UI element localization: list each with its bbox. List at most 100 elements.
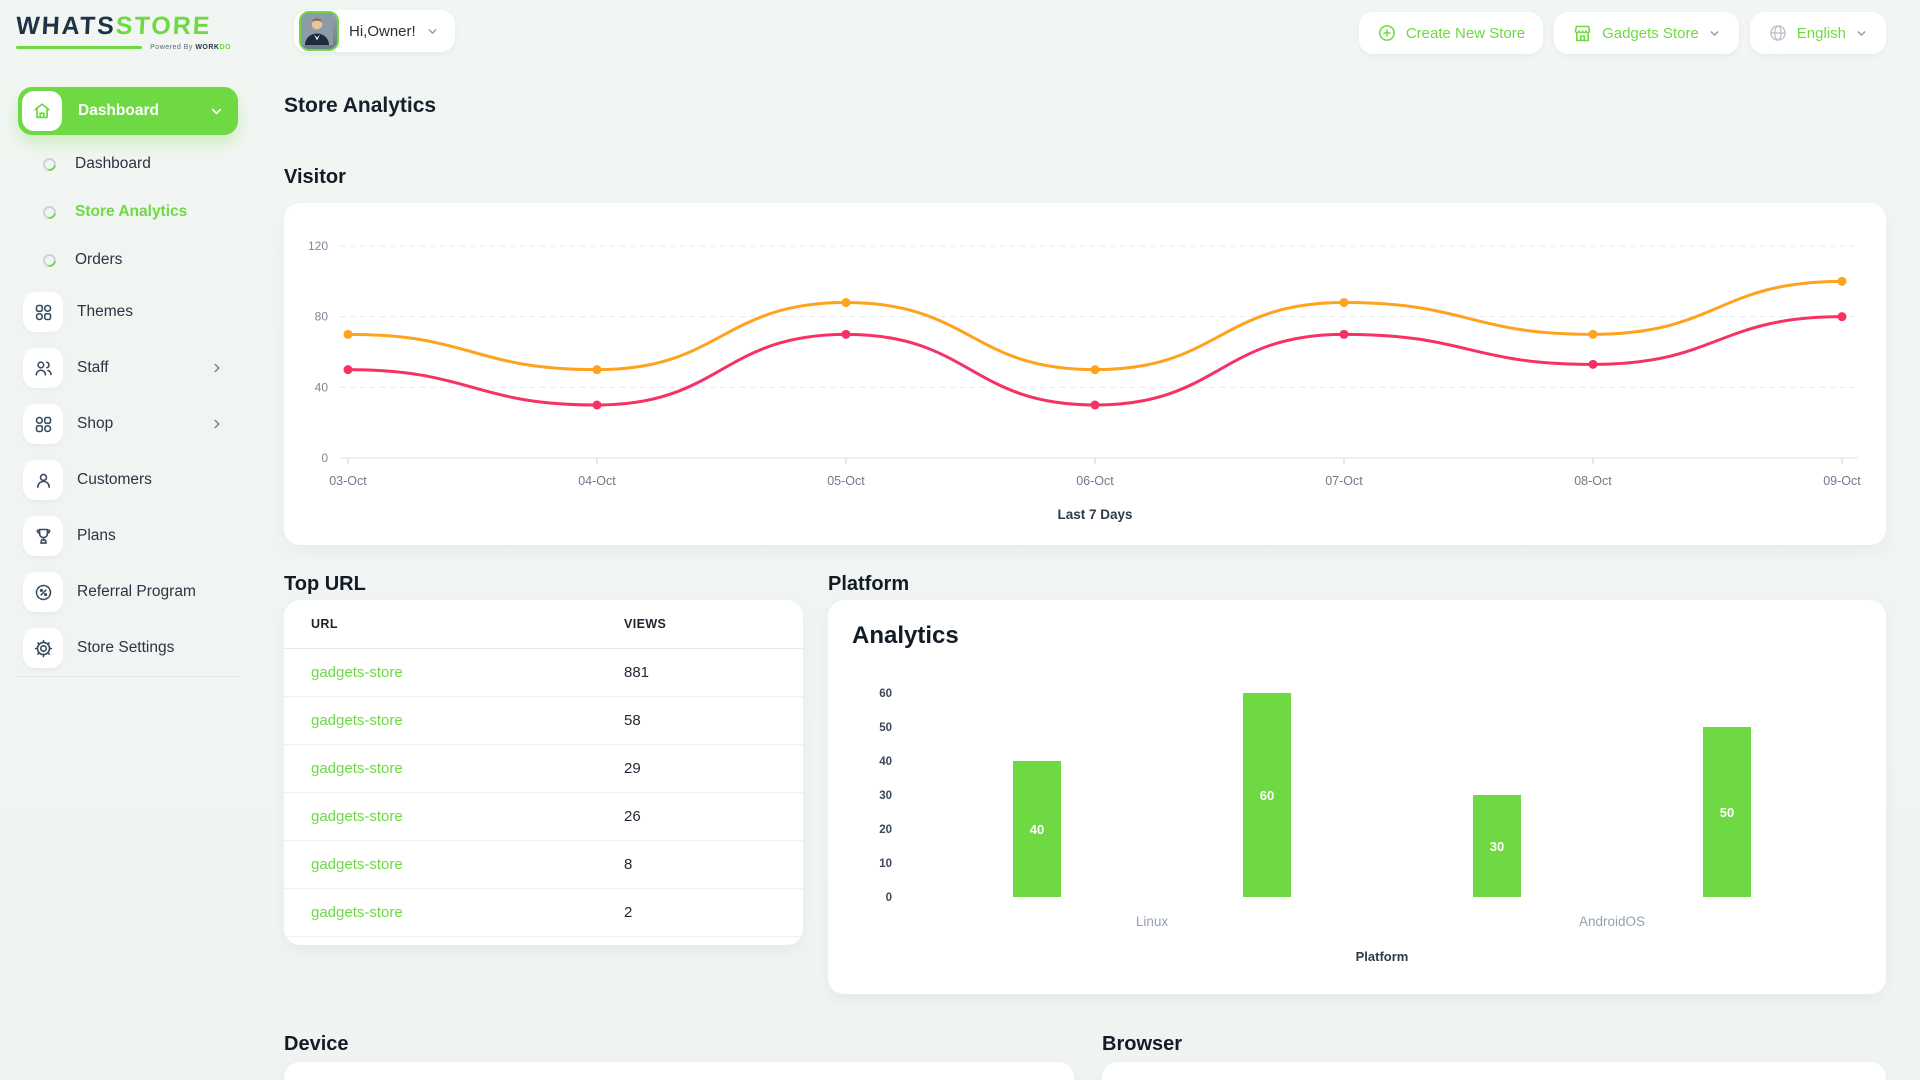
svg-text:08-Oct: 08-Oct <box>1574 474 1612 488</box>
device-card <box>284 1062 1074 1080</box>
users-icon <box>23 348 63 388</box>
svg-text:03-Oct: 03-Oct <box>329 474 367 488</box>
platform-bar-chart: 010203040506040603050LinuxAndroidOSPlatf… <box>852 664 1862 984</box>
sidebar-item-orders[interactable]: Orders <box>18 244 238 276</box>
store-selector-label: Gadgets Store <box>1602 25 1699 42</box>
svg-text:30: 30 <box>1490 839 1504 854</box>
sidebar-item-label: Orders <box>75 251 122 269</box>
sidebar-item-label: Customers <box>77 471 238 489</box>
top-url-card: URL VIEWS gadgets-store881 gadgets-store… <box>284 600 803 945</box>
table-row: gadgets-store 881 <box>284 649 803 697</box>
sidebar-item-label: Referral Program <box>77 583 238 601</box>
platform-section-heading: Platform <box>828 573 909 596</box>
svg-text:50: 50 <box>879 722 892 734</box>
svg-text:40: 40 <box>879 756 892 768</box>
sidebar-item-dashboard[interactable]: Dashboard <box>18 148 238 180</box>
avatar <box>299 11 339 51</box>
top-url-table: URL VIEWS gadgets-store881 gadgets-store… <box>284 600 803 937</box>
platform-chart-card: Analytics 010203040506040603050LinuxAndr… <box>828 600 1886 994</box>
trophy-icon <box>23 516 63 556</box>
browser-section-heading: Browser <box>1102 1033 1182 1056</box>
sidebar-item-referral-program[interactable]: Referral Program <box>18 572 238 612</box>
views-value: 58 <box>623 697 803 745</box>
sidebar-item-store-analytics[interactable]: Store Analytics <box>18 196 238 228</box>
svg-text:AndroidOS: AndroidOS <box>1579 914 1645 929</box>
sidebar-item-dashboard-parent[interactable]: Dashboard <box>18 87 238 135</box>
create-new-store-label: Create New Store <box>1406 25 1525 42</box>
url-link[interactable]: gadgets-store <box>311 856 403 873</box>
grid-icon <box>23 404 63 444</box>
url-link[interactable]: gadgets-store <box>311 808 403 825</box>
svg-text:0: 0 <box>321 451 328 465</box>
create-new-store-button[interactable]: Create New Store <box>1359 12 1543 54</box>
grid-icon <box>23 292 63 332</box>
sidebar-item-label: Staff <box>77 359 210 377</box>
views-value: 29 <box>623 745 803 793</box>
visitor-line-chart: 0408012003-Oct04-Oct05-Oct06-Oct07-Oct08… <box>284 203 1886 545</box>
top-url-section-heading: Top URL <box>284 573 366 596</box>
sidebar-item-label: Dashboard <box>75 155 151 173</box>
language-dropdown[interactable]: English <box>1750 12 1886 54</box>
svg-text:09-Oct: 09-Oct <box>1823 474 1861 488</box>
sidebar-item-label: Dashboard <box>78 102 209 120</box>
sidebar-item-customers[interactable]: Customers <box>18 460 238 500</box>
bullet-icon <box>40 203 58 221</box>
chevron-down-icon <box>426 25 439 38</box>
svg-text:Platform: Platform <box>1356 949 1409 964</box>
analytics-chart-title: Analytics <box>852 622 959 650</box>
home-icon <box>22 91 62 131</box>
bullet-icon <box>40 155 58 173</box>
views-value: 8 <box>623 841 803 889</box>
bullet-icon <box>40 251 58 269</box>
svg-text:120: 120 <box>308 239 328 253</box>
url-link[interactable]: gadgets-store <box>311 760 403 777</box>
chevron-right-icon <box>210 417 224 431</box>
chevron-down-icon <box>209 104 224 119</box>
svg-text:60: 60 <box>1260 788 1274 803</box>
svg-text:40: 40 <box>315 380 329 394</box>
views-value: 26 <box>623 793 803 841</box>
storefront-icon <box>1572 23 1593 44</box>
sidebar-item-store-settings[interactable]: Store Settings <box>18 628 238 668</box>
svg-text:Linux: Linux <box>1136 914 1169 929</box>
sidebar-item-staff[interactable]: Staff <box>18 348 238 388</box>
logo-underline <box>16 46 142 49</box>
chevron-down-icon <box>1708 27 1721 40</box>
sidebar-item-shop[interactable]: Shop <box>18 404 238 444</box>
svg-text:Last 7 Days: Last 7 Days <box>1057 507 1132 522</box>
sidebar-item-plans[interactable]: Plans <box>18 516 238 556</box>
svg-text:20: 20 <box>879 824 892 836</box>
app-logo[interactable]: WHATSSTORE Powered By WORKDO <box>16 12 231 51</box>
table-row: gadgets-store 26 <box>284 793 803 841</box>
svg-text:05-Oct: 05-Oct <box>827 474 865 488</box>
svg-text:50: 50 <box>1720 805 1734 820</box>
table-row: gadgets-store 8 <box>284 841 803 889</box>
gear-icon <box>23 628 63 668</box>
views-value: 2 <box>623 889 803 937</box>
table-row: gadgets-store 58 <box>284 697 803 745</box>
powered-by-label: Powered By WORKDO <box>150 44 231 51</box>
user-menu[interactable]: Hi,Owner! <box>294 10 455 52</box>
browser-card <box>1102 1062 1886 1080</box>
svg-text:04-Oct: 04-Oct <box>578 474 616 488</box>
logo-wordmark: WHATSSTORE <box>15 12 232 41</box>
table-row: gadgets-store 2 <box>284 889 803 937</box>
sidebar-item-label: Themes <box>77 303 238 321</box>
sidebar-item-themes[interactable]: Themes <box>18 292 238 332</box>
sidebar-item-label: Plans <box>77 527 238 545</box>
url-link[interactable]: gadgets-store <box>311 664 403 681</box>
url-link[interactable]: gadgets-store <box>311 904 403 921</box>
store-selector-dropdown[interactable]: Gadgets Store <box>1554 12 1739 54</box>
sidebar-item-label: Store Analytics <box>75 203 187 221</box>
svg-text:06-Oct: 06-Oct <box>1076 474 1114 488</box>
chevron-right-icon <box>210 361 224 375</box>
user-icon <box>23 460 63 500</box>
url-link[interactable]: gadgets-store <box>311 712 403 729</box>
language-label: English <box>1797 25 1846 42</box>
sidebar-divider <box>18 676 240 677</box>
sidebar-item-label: Store Settings <box>77 639 238 657</box>
device-section-heading: Device <box>284 1033 349 1056</box>
views-value: 881 <box>623 649 803 697</box>
globe-icon <box>1768 23 1788 43</box>
visitor-chart-card: 0408012003-Oct04-Oct05-Oct06-Oct07-Oct08… <box>284 203 1886 545</box>
